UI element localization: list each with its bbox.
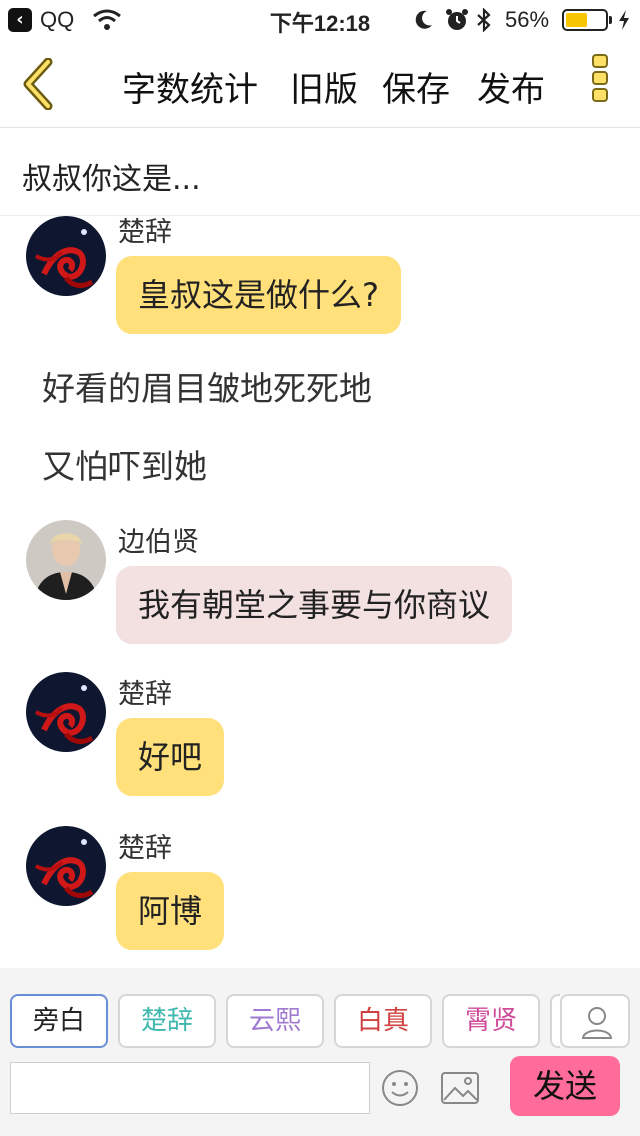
chat-message: 楚辞 皇叔这是做什么? — [0, 216, 640, 340]
do-not-disturb-icon — [415, 10, 432, 29]
chapter-title: 叔叔你这是... — [22, 162, 201, 197]
status-bar: ‹ QQ 下午12:18 56% — [0, 0, 640, 40]
character-chip-yunxi[interactable]: 云熙 — [226, 994, 324, 1048]
avatar-chuci[interactable] — [26, 672, 106, 752]
message-bubble[interactable]: 我有朝堂之事要与你商议 — [116, 566, 513, 644]
battery-icon — [562, 9, 608, 31]
narration-text[interactable]: 好看的眉目皱地死死地 — [42, 362, 372, 410]
chapter-title-bar[interactable]: 叔叔你这是... — [0, 128, 640, 216]
emoji-icon[interactable] — [380, 1068, 420, 1108]
publish-button[interactable]: 发布 — [477, 62, 545, 111]
avatar-chuci[interactable] — [26, 216, 106, 296]
word-count-button[interactable]: 字数统计 — [122, 62, 258, 111]
avatar-bianboxian[interactable] — [26, 520, 106, 600]
chat-message: 楚辞 好吧 — [0, 672, 640, 802]
sender-name: 边伯贤 — [118, 527, 199, 558]
avatar-chuci[interactable] — [26, 826, 106, 906]
save-button[interactable]: 保存 — [382, 62, 450, 111]
chat-message: 边伯贤 我有朝堂之事要与你商议 — [0, 520, 640, 650]
image-icon[interactable] — [440, 1070, 480, 1106]
send-button[interactable]: 发送 — [510, 1056, 620, 1116]
sender-name: 楚辞 — [118, 679, 172, 710]
battery-percentage: 56% — [505, 7, 550, 32]
more-vertical-icon[interactable] — [588, 54, 612, 114]
chat-message: 楚辞 阿博 — [0, 826, 640, 956]
battery-tip — [609, 16, 612, 24]
character-chip-chuci[interactable]: 楚辞 — [118, 994, 216, 1048]
sender-name: 楚辞 — [118, 833, 172, 864]
message-bubble[interactable]: 好吧 — [116, 718, 225, 796]
message-bubble[interactable]: 皇叔这是做什么? — [116, 256, 401, 334]
chat-area[interactable]: 楚辞 皇叔这是做什么? 好看的眉目皱地死死地 又怕吓到她 边伯贤 我有朝堂之事要… — [0, 216, 640, 968]
message-bubble[interactable]: 阿博 — [116, 872, 225, 950]
character-chip-baizhen[interactable]: 白真 — [334, 994, 432, 1048]
character-chip-overflow[interactable] — [550, 994, 560, 1048]
chevron-left-icon[interactable] — [18, 58, 60, 110]
character-chip-xiaoxian[interactable]: 霄贤 — [442, 994, 540, 1048]
user-icon[interactable] — [560, 994, 630, 1048]
battery-level — [566, 13, 587, 27]
alarm-icon — [446, 9, 468, 30]
character-chip-narrator[interactable]: 旁白 — [10, 994, 108, 1048]
message-input[interactable] — [10, 1062, 370, 1114]
bluetooth-icon — [477, 8, 491, 32]
nav-bar: 字数统计 旧版 保存 发布 — [0, 40, 640, 128]
composer-panel: 旁白 楚辞 云熙 白真 霄贤 发送 — [0, 968, 640, 1136]
old-version-button[interactable]: 旧版 — [290, 62, 358, 111]
charging-icon — [619, 10, 629, 30]
sender-name: 楚辞 — [118, 217, 172, 248]
narration-text[interactable]: 又怕吓到她 — [42, 440, 207, 488]
